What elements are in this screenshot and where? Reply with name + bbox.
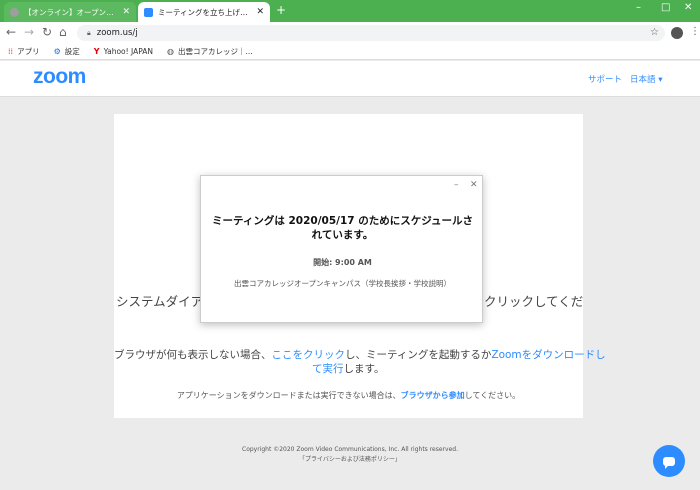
url-text: zoom.us/j [96,28,138,38]
help-middle: し、ミーティングを起動するか [345,349,492,361]
maximize-window-button[interactable]: □ [661,2,670,13]
tab-open-campus[interactable]: 【オンライン】オープンキャンパスについて ✕ [4,2,136,22]
close-tab-icon[interactable]: ✕ [122,7,130,17]
copyright-text: Copyright ©2020 Zoom Video Communication… [242,446,458,453]
app-help-prefix: アプリケーションをダウンロードまたは実行できない場合は、 [176,391,401,400]
globe-icon: ◍ [167,47,175,56]
app-help: アプリケーションをダウンロードまたは実行できない場合は、ブラウザから参加してくだ… [114,390,583,401]
zoom-logo[interactable]: zoom [33,65,86,89]
apps-grid-icon: ⁞⁞ [8,47,14,56]
browser-toolbar: ← → ↻ ⌂ 🔒︎ zoom.us/j ☆ ⋮ [0,22,700,44]
help-suffix: します。 [343,363,385,375]
bookmark-label: Yahoo! JAPAN [103,47,154,56]
browser-titlebar: 【オンライン】オープンキャンパスについて ✕ ミーティングを立ち上げる - Zo… [0,0,700,22]
bookmark-label: 設定 [64,47,80,56]
bookmark-izumo[interactable]: ◍ 出雲コアカレッジ｜... [167,46,253,57]
minimize-window-button[interactable]: – [636,2,641,13]
dialog-heading-line2: れています。 [311,229,374,241]
bookmark-yahoo[interactable]: Y Yahoo! JAPAN [94,47,153,56]
chat-button[interactable] [653,445,685,477]
forward-arrow-icon[interactable]: → [24,25,34,39]
close-window-button[interactable]: ✕ [684,2,692,13]
click-here-link[interactable]: ここをクリック [272,349,346,361]
help-line-1: ブラウザが何も表示しない場合、ここをクリックし、ミーティングを起動するかZoom… [114,347,606,362]
globe-icon [10,7,19,17]
yahoo-icon: Y [93,47,100,56]
download-zoom-link[interactable]: Zoomをダウンロードし [491,349,605,361]
help-prefix: ブラウザが何も表示しない場合、 [114,349,272,361]
reload-icon[interactable]: ↻ [42,25,52,39]
privacy-policy-link[interactable]: 「プライバシーおよび法務ポリシー」 [0,455,700,465]
close-tab-icon[interactable]: ✕ [256,7,264,17]
dialog-close-button[interactable]: ✕ [470,180,478,190]
footer: Copyright ©2020 Zoom Video Communication… [0,445,700,465]
tab-title: 【オンライン】オープンキャンパスについて [24,7,118,17]
download-zoom-link-cont[interactable]: て実行 [312,363,344,375]
meeting-scheduled-dialog: – ✕ ミーティングは 2020/05/17 のためにスケジュールさ れています… [200,175,483,323]
new-tab-button[interactable]: + [276,3,286,17]
bookmark-label: 出雲コアカレッジ｜... [178,47,253,56]
dialog-minimize-button[interactable]: – [454,180,459,190]
bookmarks-bar: ⁞⁞ アプリ ⚙ 設定 Y Yahoo! JAPAN ◍ 出雲コアカレッジ｜..… [0,44,700,60]
profile-avatar[interactable] [671,27,683,39]
start-time: 開始: 9:00 AM [313,258,372,267]
zoom-icon [144,7,153,17]
gear-icon: ⚙ [53,47,61,56]
bookmark-star-icon[interactable]: ☆ [650,27,659,38]
meeting-title: 出雲コアカレッジオープンキャンパス（学校長挨拶・学校説明） [233,279,452,288]
help-line-2: て実行します。 [312,361,512,376]
bookmark-apps[interactable]: ⁞⁞ アプリ [8,46,40,57]
home-icon[interactable]: ⌂ [59,25,67,39]
dialog-heading-line1: ミーティングは 2020/05/17 のためにスケジュールさ [211,215,474,227]
tab-title: ミーティングを立ち上げる - Zoom [158,7,253,17]
lock-icon: 🔒︎ [87,28,91,37]
dialog-heading: ミーティングは 2020/05/17 のためにスケジュールさ れています。 [211,214,474,242]
back-arrow-icon[interactable]: ← [6,25,16,39]
bookmark-label: アプリ [17,47,40,56]
tab-zoom-meeting[interactable]: ミーティングを立ち上げる - Zoom ✕ [138,2,270,22]
zoom-header: zoom サポート 日本語 ▾ [0,61,700,97]
support-link[interactable]: サポート [588,73,622,85]
browser-menu-icon[interactable]: ⋮ [690,26,700,37]
address-bar[interactable]: 🔒︎ zoom.us/j [77,25,665,41]
system-dialog-text-right: クリックしてくだ [484,294,584,309]
chat-bubble-icon [663,456,675,469]
system-dialog-text-left: システムダイア [116,294,204,309]
join-from-browser-link[interactable]: ブラウザから参加 [401,391,465,400]
language-dropdown[interactable]: 日本語 ▾ [630,73,662,85]
app-help-suffix: してください。 [464,391,521,400]
bookmark-settings[interactable]: ⚙ 設定 [54,46,80,57]
